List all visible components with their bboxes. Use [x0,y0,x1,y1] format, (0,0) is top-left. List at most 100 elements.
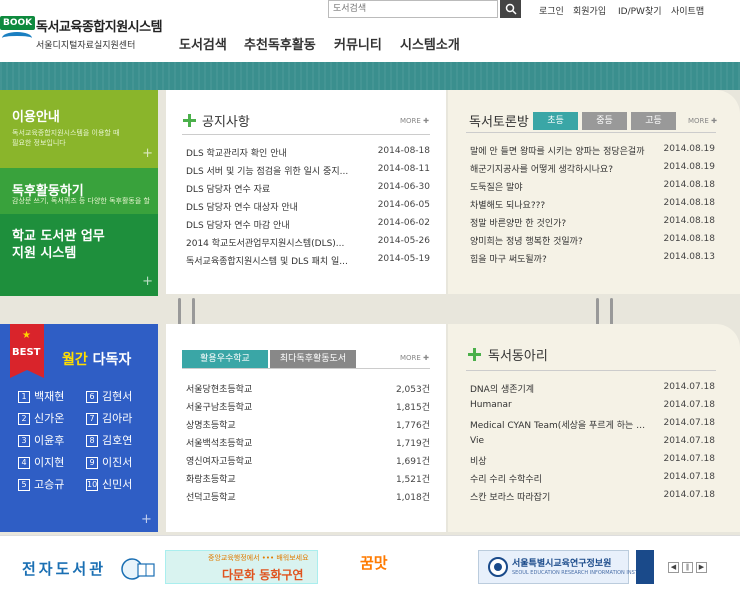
rank-number: 1 [18,391,30,403]
tab-middle[interactable]: 중등 [582,112,627,130]
school-name: 서울당현초등학교 [186,385,253,395]
notice-item-date: 2014-05-19 [377,254,430,264]
school-item[interactable]: 영신여자고등학교 1,691건 [186,452,430,470]
binder-ring [596,298,599,326]
club-date: 2014.07.18 [663,454,715,464]
divider [182,134,430,135]
notice-item[interactable]: 독서교육종합지원시스템 및 DLS 패치 일... 2014-05-19 [186,252,430,270]
menu-usage-guide[interactable]: 이용안내 독서교육종합지원시스템을 이용할 때 필요한 정보입니다 + [0,90,158,168]
club-name: DNA의 생존기계 [470,385,535,395]
notice-item[interactable]: DLS 담당자 연수 대상자 안내 2014-06-05 [186,198,430,216]
gnb-community[interactable]: 커뮤니티 [334,34,382,53]
tab-high[interactable]: 고등 [631,112,676,130]
debate-item-title: 도둑질은 말야 [470,183,523,193]
best-reader-rank[interactable]: 2 신가온 [18,410,64,426]
reader-name: 신민서 [102,478,133,491]
school-item[interactable]: 상명초등학교 1,776건 [186,416,430,434]
find-id-pw-link[interactable]: ID/PW찾기 [618,4,662,17]
notice-item[interactable]: DLS 서버 및 기능 점검을 위한 일시 중지... 2014-08-11 [186,162,430,180]
search-icon [505,3,517,15]
best-reader-rank[interactable]: 9 이진서 [86,454,132,470]
notice-more-link[interactable]: MORE ✚ [400,117,429,125]
school-count: 1,719건 [395,439,430,449]
menu-reading-activity[interactable]: 독후활동하기 감상문 쓰기, 독서퀴즈 등 다양한 독후활동을 할 수 있습니다… [0,168,158,214]
debate-more-link[interactable]: MORE ✚ [688,117,717,125]
gnb-system-intro[interactable]: 시스템소개 [400,34,460,53]
notice-item-title: DLS 담당자 연수 자료 [186,185,271,195]
e-library-icon[interactable] [118,556,158,584]
club-item[interactable]: Medical CYAN Team(세상을 푸르게 하는 의료팀) 2014.07… [470,416,715,434]
menu-school-library-system[interactable]: 학교 도서관 업무지원 시스템 + [0,214,158,296]
search-button[interactable] [500,0,521,18]
tab-top-books[interactable]: 최다독후활동도서 [270,350,356,368]
best-reader-rank[interactable]: 1 백재현 [18,388,64,404]
club-date: 2014.07.18 [663,472,715,482]
gnb-book-search[interactable]: 도서검색 [179,34,227,53]
best-reader-rank[interactable]: 5 고승규 [18,476,64,492]
school-item[interactable]: 화랑초등학교 1,521건 [186,470,430,488]
club-item[interactable]: DNA의 생존기계 2014.07.18 [470,380,715,398]
best-reader-rank[interactable]: 3 이윤후 [18,432,64,448]
debate-item[interactable]: 해군기지공사를 어떻게 생각하시나요? 2014.08.19 [470,160,715,178]
banner-edge[interactable] [636,550,654,584]
banner-prev-button[interactable]: ◀ [668,562,679,573]
sitemap-link[interactable]: 사이트맵 [671,4,704,17]
e-library-label[interactable]: 전자도서관 [22,558,106,579]
best-reader-rank[interactable]: 7 김아라 [86,410,132,426]
notice-item[interactable]: 2014 학교도서관업무지원시스템(DLS)... 2014-05-26 [186,234,430,252]
notice-item-date: 2014-06-02 [377,218,430,228]
schools-list: 서울당현초등학교 2,053건 서울구남초등학교 1,815건 상명초등학교 1,77… [186,380,430,506]
kkummat-banner[interactable]: 꿈맛 [360,552,388,573]
club-item[interactable]: 비상 2014.07.18 [470,452,715,470]
plus-icon [183,114,196,127]
best-readers-title-text: 다독자 [92,352,132,368]
debate-item[interactable]: 도둑질은 말야 2014.08.18 [470,178,715,196]
notice-item[interactable]: DLS 담당자 연수 자료 2014-06-30 [186,180,430,198]
logo-swoosh-icon [2,32,32,44]
logo-title: 독서교육종합지원시스템 [36,20,163,35]
debate-item-date: 2014.08.19 [663,162,715,172]
club-item[interactable]: 스칸 보라스 따라잡기 2014.07.18 [470,488,715,506]
school-item[interactable]: 서울구남초등학교 1,815건 [186,398,430,416]
school-name: 영신여자고등학교 [186,457,253,467]
best-reader-rank[interactable]: 10 신민서 [86,476,132,492]
tab-elementary[interactable]: 초등 [533,112,578,130]
signup-link[interactable]: 회원가입 [573,4,606,17]
best-reader-rank[interactable]: 4 이지현 [18,454,64,470]
school-name: 서울백석초등학교 [186,439,253,449]
debate-item[interactable]: 차별해도 되나요??? 2014.08.18 [470,196,715,214]
banner-pause-button[interactable]: ∥ [682,562,693,573]
club-name: Vie [470,436,484,446]
reader-name: 이진서 [102,456,133,469]
debate-item[interactable]: 힘을 마구 써도될까? 2014.08.13 [470,250,715,268]
search-input[interactable] [328,0,498,18]
debate-item[interactable]: 말에 안 들면 왕따를 시키는 양파는 정당은걸까 2014.08.19 [470,142,715,160]
tab-top-schools[interactable]: 활용우수학교 [182,350,268,368]
school-item[interactable]: 서울백석초등학교 1,719건 [186,434,430,452]
best-reader-rank[interactable]: 8 김호연 [86,432,132,448]
debate-item[interactable]: 양미희는 정녕 행복한 것일까? 2014.08.18 [470,232,715,250]
school-item[interactable]: 선덕고등학교 1,018건 [186,488,430,506]
debate-item-title: 말에 안 들면 왕따를 시키는 양파는 정당은걸까 [470,147,645,157]
best-reader-rank[interactable]: 6 김현서 [86,388,132,404]
banner-next-button[interactable]: ▶ [696,562,707,573]
login-link[interactable]: 로그인 [539,4,564,17]
notice-item[interactable]: DLS 담당자 연수 마감 안내 2014-06-02 [186,216,430,234]
debate-title: 독서토론방 [469,115,529,130]
gnb-reading-activity[interactable]: 추천독후활동 [244,34,316,53]
debate-item[interactable]: 정말 바른양만 한 것인가? 2014.08.18 [470,214,715,232]
club-name: 비상 [470,457,487,467]
school-name: 선덕고등학교 [186,493,236,503]
notice-item[interactable]: DLS 학교관리자 확인 안내 2014-08-18 [186,144,430,162]
club-name: Medical CYAN Team(세상을 푸르게 하는 의료팀) [470,421,652,431]
debate-list: 말에 안 들면 왕따를 시키는 양파는 정당은걸까 2014.08.19 해군기지… [470,142,715,268]
club-item[interactable]: Humanar 2014.07.18 [470,398,715,416]
banner1-title: 다문화 동화구연 [222,568,304,582]
school-item[interactable]: 서울당현초등학교 2,053건 [186,380,430,398]
club-item[interactable]: Vie 2014.07.18 [470,434,715,452]
schools-more-link[interactable]: MORE ✚ [400,354,429,362]
rank-number: 6 [86,391,98,403]
club-date: 2014.07.18 [663,400,715,410]
site-logo[interactable]: BOOK 독서교육종합지원시스템 서울디지털자료실지원센터 [0,16,163,56]
club-item[interactable]: 수리 수리 수학수리 2014.07.18 [470,470,715,488]
